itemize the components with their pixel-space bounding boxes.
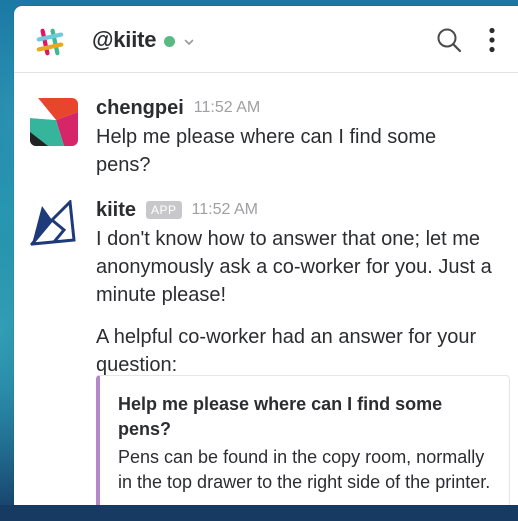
- bottom-bar: [0, 505, 518, 521]
- timestamp: 11:52 AM: [193, 99, 261, 116]
- slack-logo-icon[interactable]: [36, 28, 64, 56]
- attachment-title: Help me please where can I find some pen…: [118, 394, 443, 439]
- message-header: kiite APP 11:52 AM: [96, 198, 512, 222]
- message-header: chengpei 11:52 AM: [96, 96, 512, 120]
- author-name[interactable]: chengpei: [96, 97, 184, 120]
- search-icon[interactable]: [436, 27, 462, 53]
- message-attachment[interactable]: Help me please where can I find some pen…: [96, 375, 510, 505]
- author-name[interactable]: kiite: [96, 199, 136, 222]
- chat-window: @kiite chengpei 11:52 AM Help me please …: [14, 6, 518, 505]
- presence-dot: [164, 36, 176, 47]
- chevron-down-icon: [184, 39, 194, 45]
- timestamp: 11:52 AM: [191, 201, 258, 218]
- channel-header: @kiite: [14, 6, 518, 73]
- message-text: I don't know how to answer that one; let…: [96, 228, 492, 306]
- chengpei-avatar-icon: [30, 98, 78, 146]
- avatar[interactable]: [30, 98, 78, 146]
- attachment-text: Pens can be found in the copy room, norm…: [118, 447, 491, 492]
- message-body: kiite APP 11:52 AM I don't know how to a…: [96, 198, 512, 379]
- kiite-avatar-icon: [30, 200, 78, 248]
- app-badge: APP: [146, 201, 182, 219]
- channel-name: @kiite: [92, 27, 157, 52]
- message-text: Help me please where can I find some pen…: [96, 126, 437, 176]
- channel-switcher[interactable]: @kiite: [92, 27, 195, 53]
- avatar[interactable]: [30, 200, 78, 248]
- message-followup-text: A helpful co-worker had an answer for yo…: [96, 326, 477, 376]
- more-vertical-icon[interactable]: [488, 27, 496, 53]
- message-body: chengpei 11:52 AM Help me please where c…: [96, 96, 512, 179]
